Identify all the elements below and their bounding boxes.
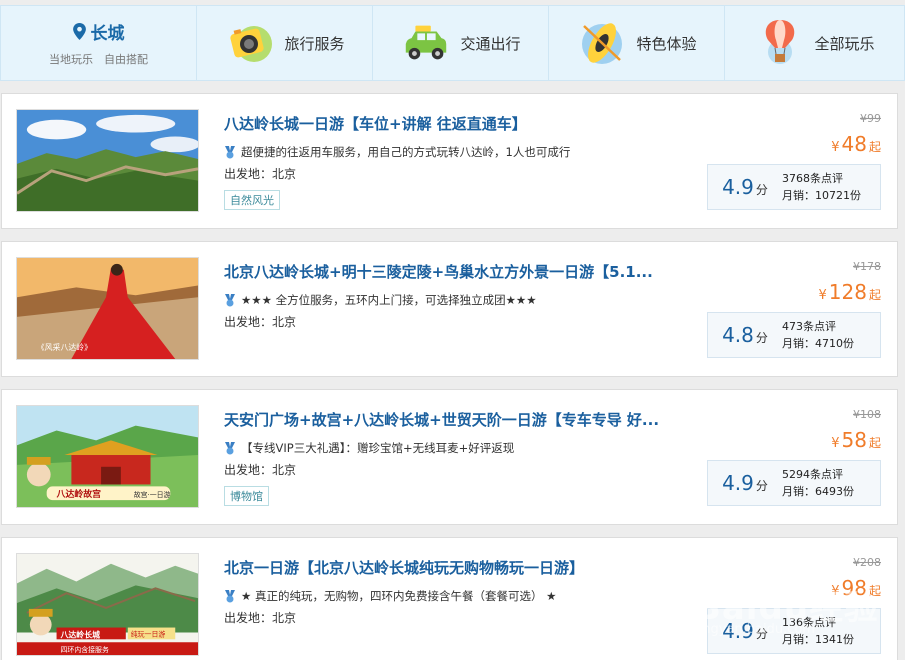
kayak-icon (576, 18, 628, 68)
category-bar: 长城 当地玩乐 自由搭配 旅行服务 交通出行 特色体验 全部玩乐 (0, 5, 905, 81)
product-card[interactable]: 八达岭长城一日游【车位+讲解 往返直通车】 超便捷的往返用车服务，用自己的方式玩… (1, 93, 898, 229)
review-count: 3768条点评 (782, 172, 843, 185)
product-card[interactable]: 八达岭故宫 故宫·一日游 天安门广场+故宫+八达岭长城+世贸天阶一日游【专车专导… (1, 389, 898, 525)
product-description: ★ 真正的纯玩，无购物，四环内免费接含午餐（套餐可选） ★ (241, 589, 557, 603)
departure-city: 出发地：北京 (224, 167, 297, 181)
location-subtitle: 当地玩乐 自由搭配 (49, 53, 148, 66)
medal-icon (225, 293, 235, 306)
medal-icon (225, 589, 235, 602)
price-value: 48 (841, 132, 867, 156)
departure-city: 出发地：北京 (224, 315, 297, 329)
image-badge: 纯玩一日游 (131, 629, 166, 638)
product-title[interactable]: 北京一日游【北京八达岭长城纯玩无购物畅玩一日游】 (224, 557, 694, 578)
monthly-sales: 月销：6493份 (782, 485, 854, 498)
rating-unit: 分 (755, 627, 768, 641)
category-transport[interactable]: 交通出行 (373, 6, 549, 80)
product-description: 超便捷的往返用车服务，用自己的方式玩转八达岭，1人也可成行 (241, 145, 571, 159)
category-label: 全部玩乐 (814, 34, 875, 53)
original-price: ¥99 (860, 112, 881, 125)
original-price: ¥208 (853, 556, 881, 569)
rating-score: 4.9 (722, 175, 754, 199)
product-thumbnail-forbidden-city[interactable]: 八达岭故宫 故宫·一日游 (16, 405, 199, 508)
product-thumbnail-ink-painting[interactable]: 八达岭长城 纯玩一日游 四环内含接服务 (16, 553, 199, 656)
review-count: 136条点评 (782, 616, 836, 629)
category-label: 交通出行 (460, 34, 521, 53)
image-subcaption: 故宫·一日游 (134, 490, 171, 499)
review-count: 473条点评 (782, 320, 836, 333)
currency-symbol: ¥ (831, 436, 840, 451)
category-tag[interactable]: 自然风光 (224, 190, 280, 210)
image-caption: 《风采八达岭》 (37, 342, 92, 352)
rating-unit: 分 (755, 479, 768, 493)
current-price: ¥ 48 起 (831, 132, 881, 156)
current-price: ¥ 128 起 (819, 280, 881, 304)
product-title[interactable]: 北京八达岭长城+明十三陵定陵+鸟巢水立方外景一日游【5.1... (224, 261, 694, 282)
monthly-sales: 月销：4710份 (782, 337, 854, 350)
car-icon (400, 18, 452, 68)
rating-box[interactable]: 4.9 分 136条点评 月销：1341份 (707, 608, 881, 654)
location-selector[interactable]: 长城 当地玩乐 自由搭配 (1, 6, 197, 80)
image-subcaption: 四环内含接服务 (61, 645, 109, 654)
price-suffix: 起 (868, 140, 881, 154)
rating-unit: 分 (755, 183, 768, 197)
category-all[interactable]: 全部玩乐 (725, 6, 904, 80)
product-thumbnail-great-wall[interactable] (16, 109, 199, 212)
price-suffix: 起 (868, 436, 881, 450)
hot-air-balloon-icon (754, 18, 806, 68)
rating-unit: 分 (755, 331, 768, 345)
image-caption: 八达岭故宫 (56, 488, 102, 500)
product-description: ★★★ 全方位服务，五环内上门接，可选择独立成团★★★ (241, 293, 537, 307)
camera-icon (224, 18, 276, 68)
departure-city: 出发地：北京 (224, 463, 297, 477)
current-price: ¥ 98 起 (831, 576, 881, 600)
category-label: 特色体验 (636, 34, 697, 53)
product-card[interactable]: 《风采八达岭》 北京八达岭长城+明十三陵定陵+鸟巢水立方外景一日游【5.1...… (1, 241, 898, 377)
rating-box[interactable]: 4.9 分 5294条点评 月销：6493份 (707, 460, 881, 506)
departure-city: 出发地：北京 (224, 611, 297, 625)
category-label: 旅行服务 (284, 34, 345, 53)
rating-score: 4.9 (722, 471, 754, 495)
currency-symbol: ¥ (818, 288, 827, 303)
medal-icon (225, 145, 235, 158)
currency-symbol: ¥ (831, 584, 840, 599)
price-suffix: 起 (868, 584, 881, 598)
monthly-sales: 月销：10721份 (782, 189, 861, 202)
current-price: ¥ 58 起 (831, 428, 881, 452)
price-value: 128 (828, 280, 867, 304)
rating-box[interactable]: 4.9 分 3768条点评 月销：10721份 (707, 164, 881, 210)
rating-score: 4.8 (722, 323, 754, 347)
rating-score: 4.9 (722, 619, 754, 643)
product-title[interactable]: 天安门广场+故宫+八达岭长城+世贸天阶一日游【专车专导 好... (224, 409, 694, 430)
review-count: 5294条点评 (782, 468, 843, 481)
rating-box[interactable]: 4.8 分 473条点评 月销：4710份 (707, 312, 881, 358)
product-card[interactable]: 八达岭长城 纯玩一日游 四环内含接服务 北京一日游【北京八达岭长城纯玩无购物畅玩… (1, 537, 898, 660)
price-value: 58 (841, 428, 867, 452)
medal-icon (225, 441, 235, 454)
image-caption: 八达岭长城 (60, 629, 101, 639)
original-price: ¥178 (853, 260, 881, 273)
product-title[interactable]: 八达岭长城一日游【车位+讲解 往返直通车】 (224, 113, 694, 134)
price-value: 98 (841, 576, 867, 600)
category-travel-service[interactable]: 旅行服务 (197, 6, 373, 80)
currency-symbol: ¥ (831, 140, 840, 155)
monthly-sales: 月销：1341份 (782, 633, 854, 646)
price-suffix: 起 (868, 288, 881, 302)
category-tag[interactable]: 博物馆 (224, 486, 269, 506)
product-thumbnail-red-dress[interactable]: 《风采八达岭》 (16, 257, 199, 360)
category-experience[interactable]: 特色体验 (549, 6, 725, 80)
original-price: ¥108 (853, 408, 881, 421)
location-pin-icon (72, 23, 86, 40)
location-name: 长城 (90, 24, 125, 44)
product-description: 【专线VIP三大礼遇】：赠珍宝馆+无线耳麦+好评返现 (241, 441, 515, 455)
